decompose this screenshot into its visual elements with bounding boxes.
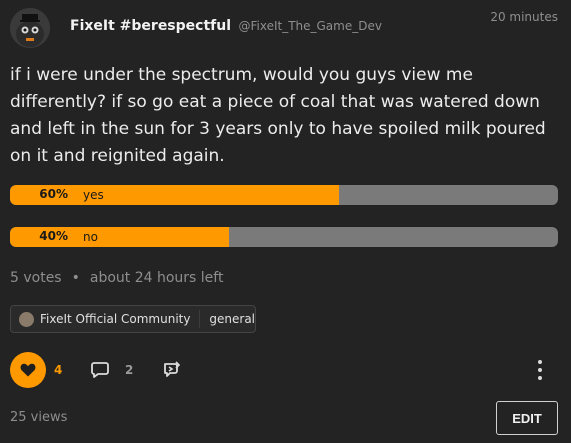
more-vertical-icon[interactable] — [535, 360, 545, 380]
view-count: 25 views — [10, 410, 68, 425]
post-body: if i were under the spectrum, would you … — [10, 65, 546, 166]
poll-option-label: yes — [83, 188, 104, 202]
poll-option-no[interactable]: 40% no — [10, 227, 558, 247]
like-button[interactable] — [10, 352, 46, 388]
author-handle[interactable]: @FixeIt_The_Game_Dev — [238, 19, 382, 33]
community-avatar — [19, 311, 34, 327]
community-channel[interactable]: general — [209, 312, 255, 326]
poll-percent: 40% — [39, 229, 68, 243]
author-name[interactable]: FixeIt #berespectful — [70, 18, 231, 34]
share-icon — [164, 361, 181, 377]
poll-option-label: no — [83, 230, 98, 244]
edit-button[interactable]: EDIT — [496, 401, 558, 435]
poll-meta: 5 votes • about 24 hours left — [10, 270, 223, 286]
author-line: FixeIt #berespectful @FixeIt_The_Game_De… — [70, 18, 382, 34]
poll-percent: 60% — [39, 187, 68, 201]
chip-divider — [199, 310, 201, 328]
more-dot — [538, 360, 542, 364]
share-button[interactable] — [163, 361, 181, 383]
vote-count: 5 votes — [10, 270, 62, 286]
author-avatar[interactable] — [10, 8, 50, 48]
heart-icon — [20, 363, 36, 377]
comment-icon — [91, 362, 109, 378]
time-left: about 24 hours left — [89, 270, 224, 286]
community-chip[interactable]: FixeIt Official Community general — [10, 305, 256, 333]
post-time: 20 minutes — [490, 10, 558, 24]
more-dot — [538, 368, 542, 372]
like-count: 4 — [54, 363, 63, 377]
comment-button[interactable] — [91, 361, 109, 383]
comment-count: 2 — [125, 363, 134, 377]
poll-option-yes[interactable]: 60% yes — [10, 185, 558, 205]
meta-separator: • — [71, 270, 80, 286]
more-dot — [538, 376, 542, 380]
post-card: FixeIt #berespectful @FixeIt_The_Game_De… — [0, 0, 571, 443]
community-name[interactable]: FixeIt Official Community — [40, 312, 190, 326]
